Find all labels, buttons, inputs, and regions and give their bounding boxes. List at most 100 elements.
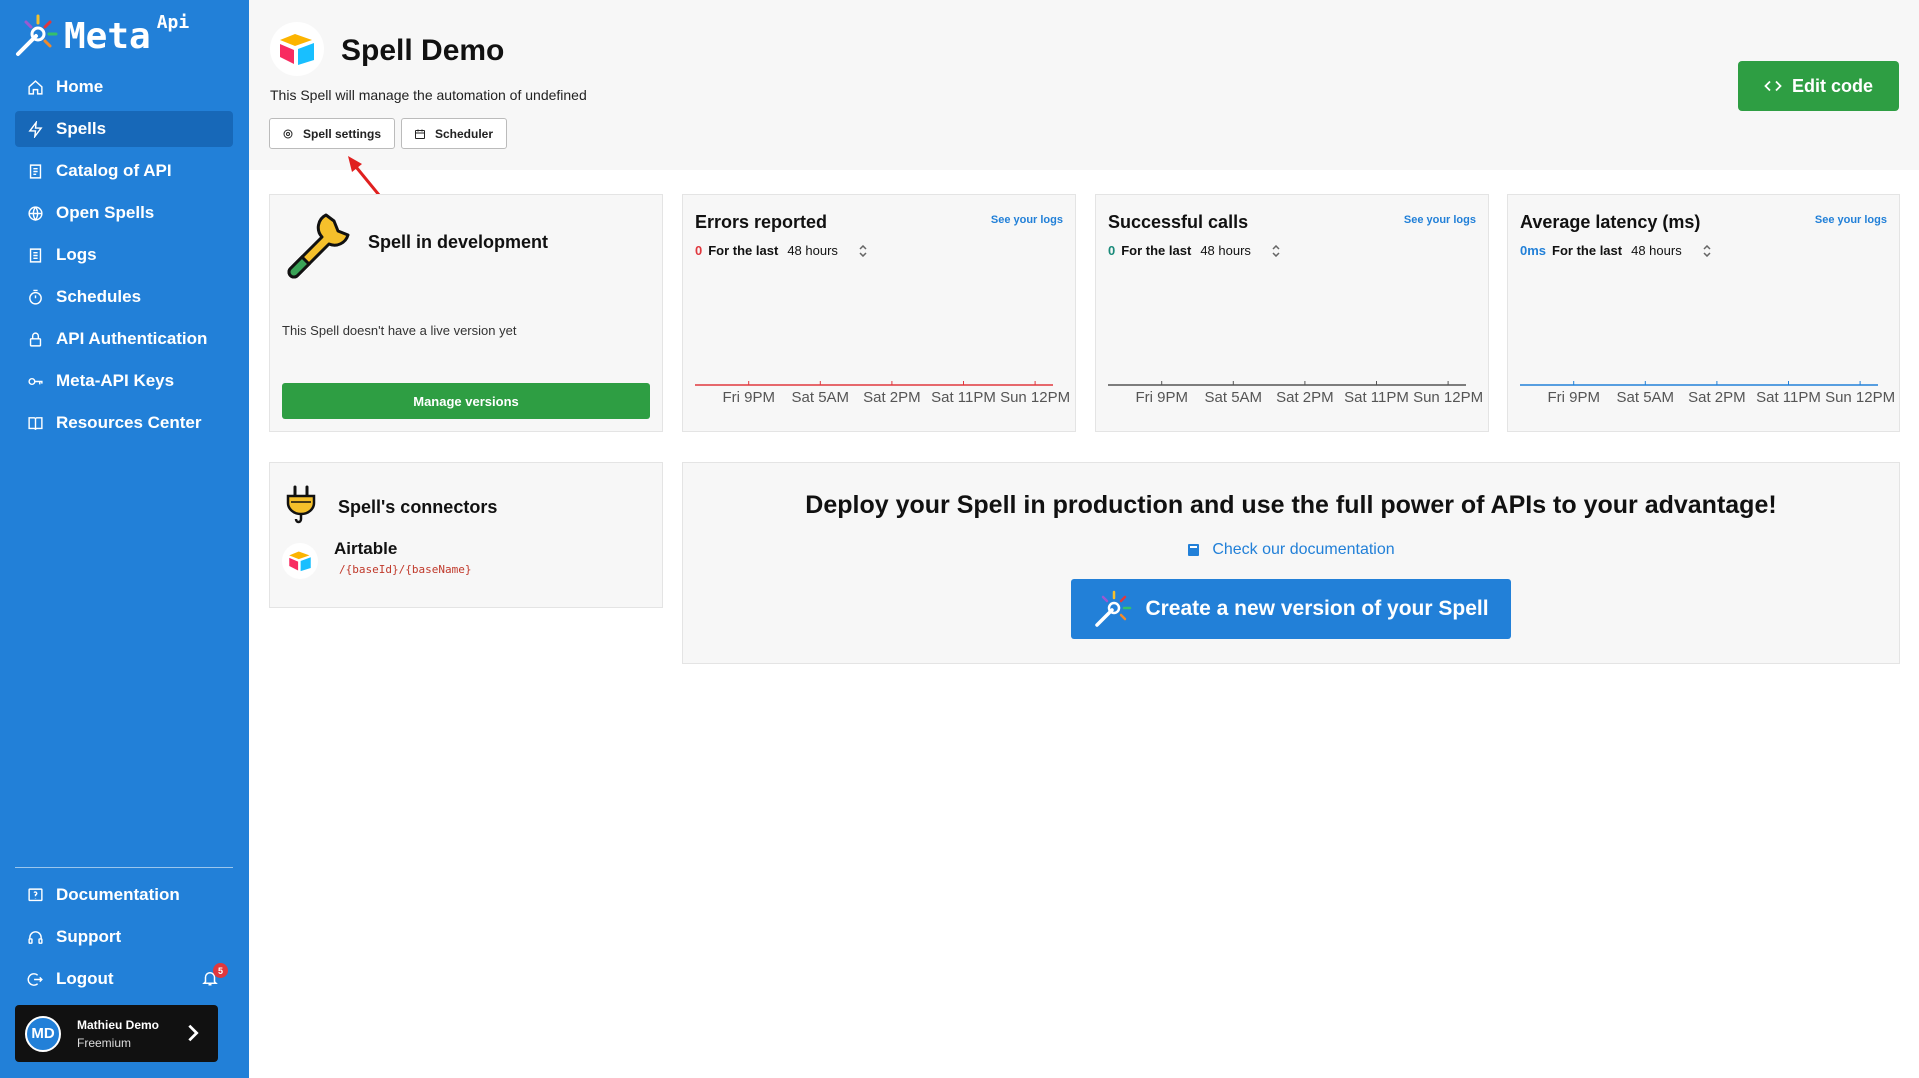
- sidebar-item-api-keys[interactable]: Meta-API Keys: [15, 363, 233, 399]
- bolt-icon: [26, 120, 44, 138]
- brand-logo[interactable]: Meta Api: [14, 12, 189, 58]
- stat-title: Errors reported: [695, 212, 828, 232]
- sidebar-item-api-authentication[interactable]: API Authentication: [15, 321, 233, 357]
- average-latency-card: Average latency (ms) See your logs 0ms F…: [1507, 194, 1900, 432]
- sidebar: Meta Api Home Spells Catalog of API Open…: [0, 0, 249, 1078]
- documentation-link-label: Check our documentation: [1212, 541, 1395, 558]
- edit-code-button[interactable]: Edit code: [1738, 61, 1899, 111]
- manage-versions-button[interactable]: Manage versions: [282, 383, 650, 419]
- deploy-card: Deploy your Spell in production and use …: [682, 462, 1900, 664]
- documentation-link[interactable]: Check our documentation: [683, 541, 1899, 559]
- magic-wand-logo-icon: [16, 14, 58, 56]
- avatar: MD: [25, 1015, 61, 1052]
- headset-icon: [26, 928, 44, 946]
- logs-icon: [26, 246, 44, 264]
- sidebar-item-schedules[interactable]: Schedules: [15, 279, 233, 315]
- sidebar-item-logout[interactable]: Logout 5: [15, 961, 233, 997]
- key-icon: [26, 372, 44, 390]
- catalog-icon: [26, 162, 44, 180]
- book-icon: [26, 414, 44, 432]
- spell-description: This Spell will manage the automation of…: [270, 87, 587, 103]
- sidebar-item-documentation[interactable]: Documentation: [15, 877, 233, 913]
- sidebar-nav: Home Spells Catalog of API Open Spells L…: [15, 69, 233, 447]
- tick-label: Sat 2PM: [863, 389, 921, 406]
- tick-label: Sat 11PM: [1344, 389, 1409, 406]
- create-new-version-label: Create a new version of your Spell: [1145, 597, 1489, 620]
- tick-label: Fri 9PM: [1135, 389, 1188, 406]
- sidebar-item-catalog[interactable]: Catalog of API: [15, 153, 233, 189]
- tab-label: Scheduler: [435, 126, 494, 141]
- period-select[interactable]: 48 hours: [787, 243, 868, 258]
- sidebar-bottom-nav: Documentation Support Logout 5: [15, 877, 233, 1003]
- tick-label: Sat 2PM: [1688, 389, 1746, 406]
- spell-connectors-card: Spell's connectors Airtable /{baseId}/{b…: [269, 462, 663, 608]
- brand-superscript: Api: [156, 12, 190, 33]
- plug-icon: [286, 485, 316, 524]
- stat-for-label: For the last: [708, 243, 779, 258]
- chevron-right-icon: [182, 1022, 206, 1046]
- brand-name: Meta: [64, 16, 151, 57]
- gear-icon: [282, 128, 294, 140]
- tab-scheduler[interactable]: Scheduler: [401, 118, 508, 149]
- tick-label: Fri 9PM: [1547, 389, 1600, 406]
- stat-title: Successful calls: [1108, 212, 1249, 232]
- tick-label: Sun 12PM: [1000, 389, 1070, 406]
- successful-calls-chart: Fri 9PM Sat 5AM Sat 2PM Sat 11PM Sun 12PM: [1108, 381, 1483, 406]
- sidebar-item-label: Logout: [56, 969, 114, 988]
- period-select[interactable]: 48 hours: [1631, 243, 1712, 258]
- tab-label: Spell settings: [303, 126, 382, 141]
- user-name: Mathieu Demo: [77, 1017, 160, 1032]
- see-logs-link[interactable]: See your logs: [1815, 214, 1887, 226]
- stat-title: Average latency (ms): [1520, 212, 1701, 232]
- sort-arrows-icon: [858, 245, 868, 257]
- period-select[interactable]: 48 hours: [1200, 243, 1281, 258]
- create-new-version-button[interactable]: Create a new version of your Spell: [1071, 579, 1511, 639]
- airtable-logo-icon: [270, 22, 324, 76]
- stat-value: 0: [695, 243, 703, 258]
- sidebar-item-home[interactable]: Home: [15, 69, 233, 105]
- sidebar-item-resources-center[interactable]: Resources Center: [15, 405, 233, 441]
- deploy-title: Deploy your Spell in production and use …: [805, 491, 1777, 519]
- tick-label: Sat 2PM: [1276, 389, 1334, 406]
- tab-spell-settings[interactable]: Spell settings: [269, 118, 396, 149]
- dev-card-text: This Spell doesn't have a live version y…: [282, 323, 517, 338]
- sidebar-item-spells[interactable]: Spells: [15, 111, 233, 147]
- sidebar-item-label: Catalog of API: [56, 161, 172, 180]
- sort-arrows-icon: [1271, 245, 1281, 257]
- sidebar-item-label: API Authentication: [56, 329, 208, 348]
- magic-wand-icon: [1095, 590, 1132, 627]
- calendar-icon: [414, 128, 426, 140]
- stat-summary: 0 For the last 48 hours: [695, 243, 868, 258]
- sidebar-item-label: Home: [56, 77, 104, 96]
- sidebar-item-support[interactable]: Support: [15, 919, 233, 955]
- sidebar-item-label: Spells: [56, 119, 107, 138]
- sidebar-item-label: Documentation: [56, 885, 180, 904]
- sidebar-item-label: Logs: [56, 245, 97, 264]
- sidebar-item-label: Open Spells: [56, 203, 155, 222]
- see-logs-link[interactable]: See your logs: [991, 214, 1063, 226]
- page-title: Spell Demo: [341, 34, 505, 67]
- successful-calls-card: Successful calls See your logs 0 For the…: [1095, 194, 1489, 432]
- sidebar-item-logs[interactable]: Logs: [15, 237, 233, 273]
- sidebar-item-open-spells[interactable]: Open Spells: [15, 195, 233, 231]
- connector-path: /{baseId}/{baseName}: [339, 563, 472, 576]
- notifications-bell-icon[interactable]: 5: [201, 963, 228, 989]
- see-logs-link[interactable]: See your logs: [1404, 214, 1476, 226]
- sort-arrows-icon: [1702, 245, 1712, 257]
- airtable-logo-icon: [282, 543, 318, 579]
- stat-summary: 0 For the last 48 hours: [1108, 243, 1281, 258]
- period-value: 48 hours: [787, 243, 838, 258]
- timer-icon: [26, 288, 44, 306]
- tick-label: Sat 11PM: [1756, 389, 1821, 406]
- tick-label: Sat 5AM: [792, 389, 850, 406]
- user-card[interactable]: MD Mathieu Demo Freemium: [15, 1005, 218, 1062]
- user-info: Mathieu Demo Freemium: [77, 1018, 182, 1050]
- logout-icon: [26, 970, 44, 988]
- sidebar-item-label: Support: [56, 927, 122, 946]
- tick-label: Sun 12PM: [1825, 389, 1895, 406]
- tick-label: Sat 11PM: [931, 389, 996, 406]
- lock-icon: [26, 330, 44, 348]
- period-value: 48 hours: [1200, 243, 1251, 258]
- help-icon: [26, 886, 44, 904]
- stat-value: 0ms: [1520, 243, 1547, 258]
